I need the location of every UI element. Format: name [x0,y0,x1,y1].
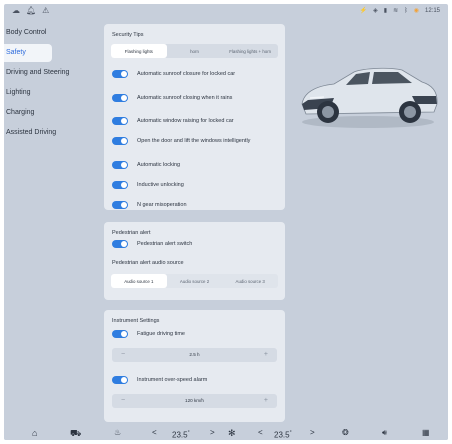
left-temp-increase[interactable]: > [210,426,215,440]
left-temp-decrease[interactable]: < [152,426,157,440]
bell-icon: 🔔︎ [26,6,37,15]
toggle-label: Automatic sunroof closure for locked car [137,70,236,77]
user-icon: ◉ [413,8,419,14]
sidebar: Body Control Safety Driving and Steering… [4,24,96,144]
fatigue-time-stepper: − 2.5 h + [112,348,277,362]
toggle-switch[interactable] [112,117,128,125]
alert-mode-selector: Flashing lights horn Flashing lights + h… [111,44,278,58]
bluetooth-icon: ᛒ [404,8,408,14]
sidebar-item-driving-steering[interactable]: Driving and Steering [4,64,96,82]
sidebar-item-safety[interactable]: Safety [4,44,52,62]
cloud-icon: ☁ [12,6,20,15]
toggle-switch[interactable] [112,137,128,145]
security-tips-panel: Security Tips Flashing lights horn Flash… [104,24,285,210]
toggle-switch[interactable] [112,376,128,384]
seat-heat-icon[interactable]: ♨ [114,426,121,440]
sidebar-item-lighting[interactable]: Lighting [4,84,96,102]
media-icon: ◈ [373,8,378,14]
toggle-label: Inductive unlocking [137,181,184,188]
toggle-switch[interactable] [112,181,128,189]
segment-horn[interactable]: horn [167,44,223,58]
increase-button[interactable]: + [264,394,268,408]
car-image [301,67,438,128]
lightning-icon: ⚡ [359,8,368,14]
apps-grid-icon[interactable]: ▦ [422,426,430,440]
instrument-settings-panel: Instrument Settings Fatigue driving time… [104,310,285,422]
toggle-switch[interactable] [112,240,128,248]
toggle-label: Automatic window raising for locked car [137,117,234,124]
toggle-switch[interactable] [112,330,128,338]
right-temp-increase[interactable]: > [310,426,315,440]
segment-audio-source-3[interactable]: Audio source 3 [222,274,278,288]
pedestrian-alert-panel: Pedestrian alert Pedestrian alert switch… [104,222,285,300]
toggle-label: Instrument over-speed alarm [137,376,208,383]
fan-icon[interactable]: ✻ [228,426,236,440]
overspeed-value: 120 km/h [185,398,204,403]
segment-flashing-lights-horn[interactable]: Flashing lights + horn [222,44,278,58]
sidebar-item-assisted-driving[interactable]: Assisted Driving [4,124,96,142]
right-temperature: 23.5° [274,430,292,440]
toggle-row: Automatic window raising for locked car [112,117,277,125]
signal-icon: ▮ [383,8,388,14]
volume-icon[interactable]: 🔊︎ [382,426,387,440]
toggle-row: Automatic sunroof closing when it rains [112,94,277,102]
panel-title: Instrument Settings [112,318,160,324]
sidebar-item-body-control[interactable]: Body Control [4,24,96,42]
toggle-label: Automatic sunroof closing when it rains [137,94,233,101]
seat-vent-icon[interactable]: ❂ [342,426,349,440]
audio-source-label: Pedestrian alert audio source [112,260,184,266]
right-temp-decrease[interactable]: < [258,426,263,440]
settings-screen: ☁ 🔔︎ ⚠ ⚡ ◈ ▮ ≋ ᛒ ◉ 12:15 Body Control Sa… [4,4,448,440]
toggle-switch[interactable] [112,161,128,169]
toggle-switch[interactable] [112,70,128,78]
toggle-switch[interactable] [112,201,128,209]
toggle-row: Pedestrian alert switch [112,240,277,248]
warning-icon: ⚠ [42,6,50,15]
audio-source-selector: Audio source 1 Audio source 2 Audio sour… [111,274,278,288]
clock: 12:15 [424,8,440,14]
toggle-label: Automatic locking [137,161,181,168]
toggle-row: Automatic locking [112,161,277,169]
status-bar: ☁ 🔔︎ ⚠ ⚡ ◈ ▮ ≋ ᛒ ◉ 12:15 [4,4,448,18]
overspeed-stepper: − 120 km/h + [112,394,277,408]
increase-button[interactable]: + [264,348,268,362]
panel-title: Pedestrian alert [112,230,151,236]
wifi-icon: ≋ [393,8,399,14]
left-temperature: 23.5° [172,430,190,440]
toggle-label: Pedestrian alert switch [137,240,193,247]
sidebar-item-charging[interactable]: Charging [4,104,96,122]
toggle-row: Open the door and lift the windows intel… [112,137,277,145]
toggle-row: Automatic sunroof closure for locked car [112,70,277,78]
fatigue-time-value: 2.5 h [189,352,200,357]
toggle-row: Instrument over-speed alarm [112,376,277,384]
toggle-label: N gear misoperation [137,201,187,208]
home-icon[interactable]: ⌂ [32,426,37,440]
car-icon[interactable]: ⛟ [70,426,81,440]
segment-audio-source-2[interactable]: Audio source 2 [167,274,223,288]
toggle-label: Open the door and lift the windows intel… [137,137,251,144]
segment-audio-source-1[interactable]: Audio source 1 [111,274,167,288]
segment-flashing-lights[interactable]: Flashing lights [111,44,167,58]
toggle-row: Fatigue driving time [112,330,277,338]
bottom-dock: ⌂ ⛟ ♨ < 23.5° > ✻ < 23.5° > ❂ 🔊︎ ▦ [4,426,448,440]
toggle-row: N gear misoperation [112,201,277,209]
panel-title: Security Tips [112,32,144,38]
toggle-switch[interactable] [112,94,128,102]
toggle-row: Inductive unlocking [112,181,277,189]
toggle-label: Fatigue driving time [137,330,185,337]
